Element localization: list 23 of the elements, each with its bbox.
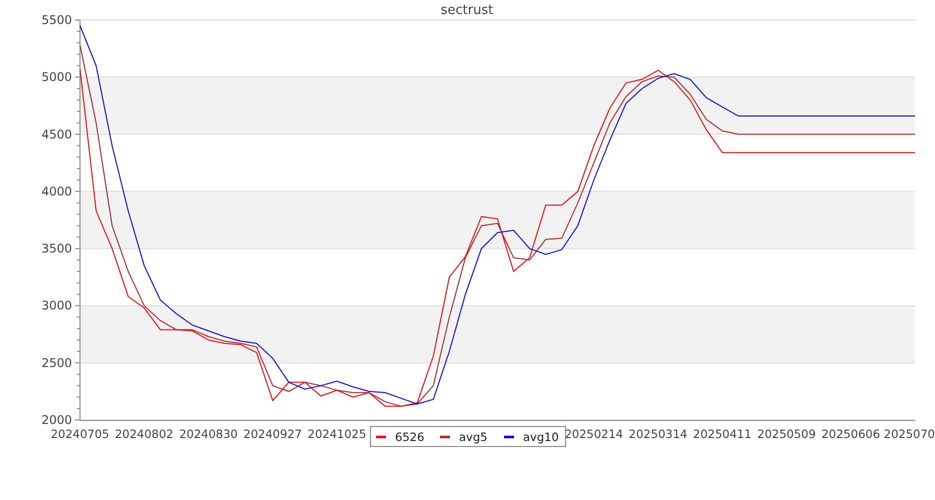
y-tick-label: 5000 <box>41 70 72 84</box>
x-tick-label: 20240927 <box>243 427 302 441</box>
x-tick-label: 20240705 <box>50 427 110 441</box>
x-tick-label: 20240802 <box>114 427 174 441</box>
x-tick-label: 20240830 <box>179 427 238 441</box>
x-tick-label: 20250509 <box>757 427 816 441</box>
y-tick-label: 2500 <box>41 356 72 370</box>
chart-title: sectrust <box>440 3 494 18</box>
y-tick-label: 4500 <box>41 127 72 142</box>
x-tick-label: 20241025 <box>308 427 366 441</box>
legend-label: avg5 <box>459 430 488 444</box>
x-tick-label: 20250606 <box>822 427 880 441</box>
x-tick-label: 2025070 <box>884 427 935 441</box>
x-tick-label: 20250314 <box>628 427 688 441</box>
y-tick-label: 4000 <box>41 184 72 198</box>
y-tick-label: 3000 <box>41 298 72 313</box>
y-tick-label: 3500 <box>41 242 72 256</box>
y-tick-label: 5500 <box>41 13 72 27</box>
x-tick-label: 20250411 <box>693 427 752 441</box>
legend-label: avg10 <box>523 430 559 444</box>
y-tick-label: 2000 <box>41 413 72 427</box>
legend-label: 6526 <box>395 430 424 444</box>
x-tick-label: 20250214 <box>564 427 624 441</box>
